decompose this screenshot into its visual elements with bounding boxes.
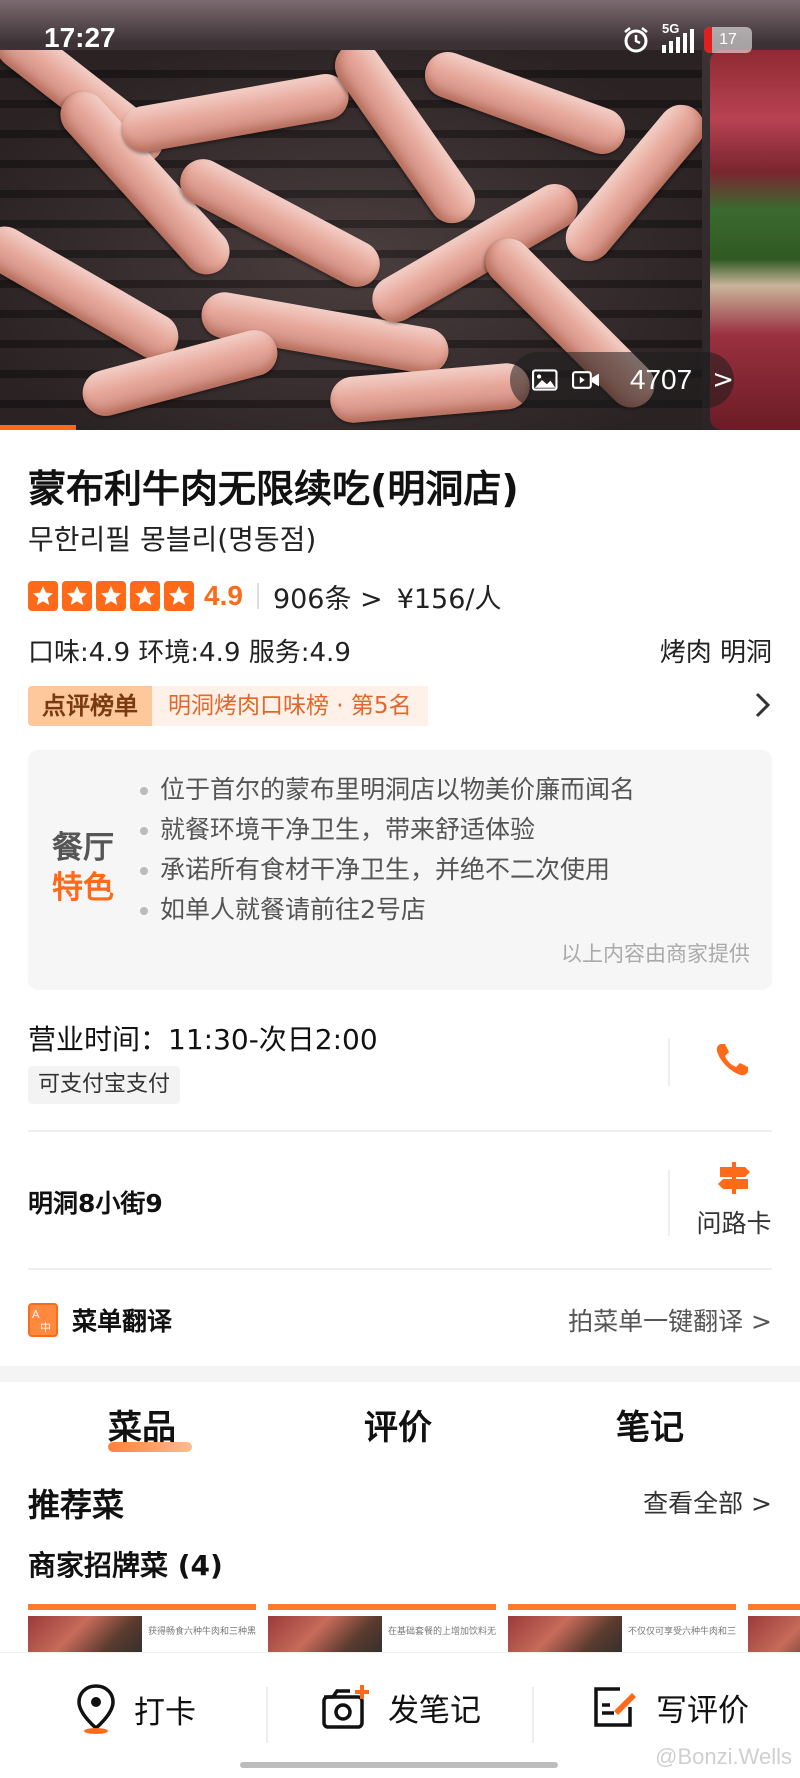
watermark: @Bonzi.Wells xyxy=(655,1744,792,1769)
star-icon xyxy=(130,581,160,611)
divider xyxy=(28,1268,772,1270)
route-card-label: 问路卡 xyxy=(696,1209,772,1238)
tab-notes[interactable]: 笔记 xyxy=(616,1400,684,1449)
dish-image xyxy=(268,1616,382,1654)
camera-plus-icon xyxy=(322,1685,369,1729)
divider xyxy=(266,1687,268,1743)
menu-translate-cta[interactable]: 拍菜单一键翻译 > xyxy=(568,1302,772,1338)
menu-translate-title: 菜单翻译 xyxy=(72,1307,173,1336)
dish-card[interactable]: 获得畅食六种牛肉和三种黑猪肉 xyxy=(28,1604,256,1654)
media-count-button[interactable]: 4707 > xyxy=(510,352,734,408)
gallery-progress xyxy=(0,425,76,430)
dish-caption: 不仅仅可享受六种牛肉和三种黑猪 xyxy=(628,1627,736,1637)
rating-score: 4.9 xyxy=(204,580,243,611)
checkin-label: 打卡 xyxy=(134,1694,196,1731)
home-indicator[interactable] xyxy=(240,1762,558,1768)
chevron-right-icon: > xyxy=(712,365,734,395)
payment-tag: 可支付宝支付 xyxy=(28,1066,181,1104)
dish-card[interactable]: 在基础套餐的上增加饮料无限畅饮 xyxy=(268,1604,496,1654)
svg-text:中: 中 xyxy=(40,1321,51,1334)
chevron-right-icon xyxy=(754,690,772,728)
star-icon xyxy=(62,581,92,611)
category-tags[interactable]: 烤肉 明洞 xyxy=(660,632,772,669)
see-all-link[interactable]: 查看全部 > xyxy=(643,1484,772,1520)
media-count: 4707 xyxy=(629,364,693,395)
section-gap xyxy=(0,1366,800,1382)
restaurant-name: 蒙布利牛肉无限续吃(明洞店) xyxy=(28,467,519,511)
write-review-label: 写评价 xyxy=(656,1692,749,1729)
checkin-button[interactable]: 打卡 xyxy=(74,1683,196,1735)
translate-icon: A中 xyxy=(28,1303,58,1337)
edit-review-icon xyxy=(594,1687,636,1727)
price-per-person: ¥156/人 xyxy=(396,583,502,615)
restaurant-local-name: 무한리필 몽블리(명동점) xyxy=(28,523,317,556)
business-hours: 营业时间：11:30-次日2:00 xyxy=(28,1023,378,1056)
dish-caption: 在基础套餐的上增加饮料无限畅饮 xyxy=(388,1627,496,1637)
dish-image xyxy=(748,1616,800,1654)
divider xyxy=(668,1170,670,1236)
status-icons: 5G 17 xyxy=(622,21,752,54)
recommended-title: 推荐菜 xyxy=(28,1486,125,1524)
ranking-row[interactable]: 点评榜单 明洞烤肉口味榜 · 第5名 xyxy=(28,686,772,726)
star-icon xyxy=(28,581,58,611)
signature-dishes-title: 商家招牌菜 (4) xyxy=(28,1549,223,1582)
signpost-icon xyxy=(718,1162,750,1194)
menu-translate-row[interactable]: A中 菜单翻译 拍菜单一键翻译 > xyxy=(28,1300,772,1340)
address[interactable]: 明洞8小街9 xyxy=(28,1184,163,1220)
divider xyxy=(668,1038,670,1086)
dish-image xyxy=(508,1616,622,1654)
star-icon xyxy=(96,581,126,611)
dish-card[interactable]: 不仅仅可享受六种牛肉和三种黑猪 xyxy=(508,1604,736,1654)
divider xyxy=(532,1687,534,1743)
phone-icon xyxy=(716,1044,748,1076)
restaurant-features-card: 餐厅 特色 位于首尔的蒙布里明洞店以物美价廉而闻名 就餐环境干净卫生，带来舒适体… xyxy=(28,750,772,990)
divider xyxy=(256,583,259,609)
features-list: 位于首尔的蒙布里明洞店以物美价廉而闻名 就餐环境干净卫生，带来舒适体验 承诺所有… xyxy=(140,770,635,930)
rating-row: 4.9 906条 > ¥156/人 xyxy=(28,577,502,616)
image-icon xyxy=(532,369,558,391)
subscores: 口味:4.9 环境:4.9 服务:4.9 xyxy=(28,638,351,668)
dish-caption: 获得畅食六种牛肉和三种黑猪肉 xyxy=(148,1627,256,1637)
feature-item: 位于首尔的蒙布里明洞店以物美价廉而闻名 xyxy=(140,770,635,810)
tab-reviews[interactable]: 评价 xyxy=(364,1400,432,1449)
ranking-badge: 点评榜单 xyxy=(28,686,152,726)
route-card-button[interactable]: 问路卡 xyxy=(694,1160,774,1240)
status-time: 17:27 xyxy=(44,22,116,53)
post-note-button[interactable]: 发笔记 xyxy=(320,1683,481,1731)
review-count-link[interactable]: 906条 > xyxy=(273,577,383,616)
alarm-icon xyxy=(624,27,648,53)
features-note: 以上内容由商家提供 xyxy=(561,942,750,966)
features-label: 餐厅 特色 xyxy=(52,830,114,906)
dish-image xyxy=(28,1616,142,1654)
ranking-text: 明洞烤肉口味榜 · 第5名 xyxy=(152,686,428,726)
signal-icon: 5G xyxy=(660,21,694,53)
feature-item: 如单人就餐请前往2号店 xyxy=(140,890,635,930)
dish-card[interactable] xyxy=(748,1604,800,1654)
video-icon xyxy=(571,371,599,389)
hero-gallery[interactable]: 4707 > 17:27 5G 17 xyxy=(0,0,800,430)
star-icon xyxy=(164,581,194,611)
phone-button[interactable] xyxy=(712,1040,752,1084)
write-review-button[interactable]: 写评价 xyxy=(590,1683,749,1731)
battery-icon: 17 xyxy=(704,27,752,53)
active-tab-indicator xyxy=(108,1442,192,1452)
location-pin-icon xyxy=(77,1684,115,1734)
feature-item: 就餐环境干净卫生，带来舒适体验 xyxy=(140,810,635,850)
svg-text:A: A xyxy=(32,1308,40,1321)
post-note-label: 发笔记 xyxy=(388,1692,481,1729)
divider xyxy=(28,1130,772,1132)
feature-item: 承诺所有食材干净卫生，并绝不二次使用 xyxy=(140,850,635,890)
